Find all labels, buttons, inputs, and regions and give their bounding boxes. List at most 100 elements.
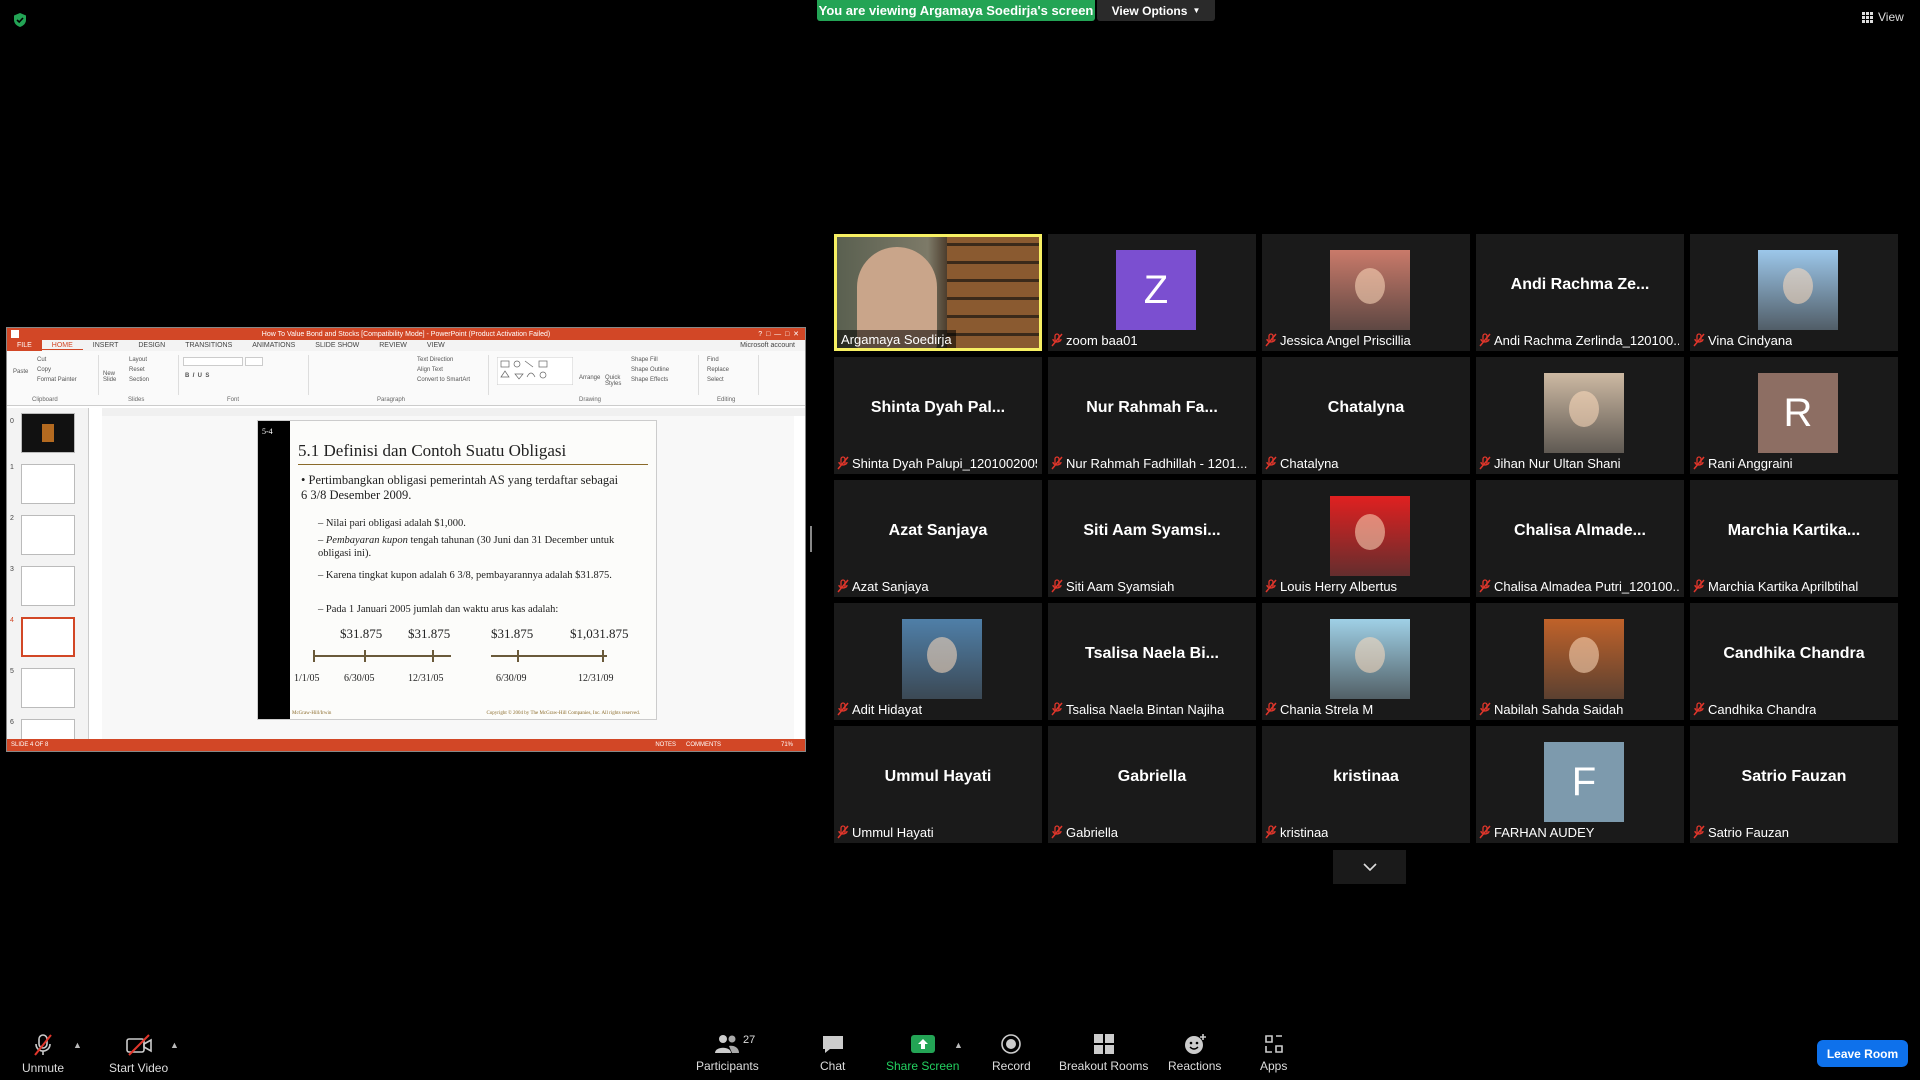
cut-button[interactable]: Cut: [37, 357, 46, 363]
tab-insert[interactable]: INSERT: [83, 342, 129, 349]
shape-outline-button[interactable]: Shape Outline: [631, 367, 669, 373]
quick-styles-button[interactable]: Quick Styles: [605, 375, 627, 387]
muted-microphone-icon: [1693, 825, 1705, 839]
slide-thumbnail[interactable]: [21, 668, 75, 708]
muted-microphone-icon: [1479, 825, 1491, 839]
participant-tile[interactable]: Shinta Dyah Pal... Shinta Dyah Palupi_120…: [834, 357, 1042, 474]
participant-tile[interactable]: Marchia Kartika... Marchia Kartika Aprilb…: [1690, 480, 1898, 597]
participant-tile[interactable]: Ummul Hayati Ummul Hayati: [834, 726, 1042, 843]
apps-button[interactable]: Apps: [1260, 1033, 1287, 1073]
tab-view[interactable]: VIEW: [417, 342, 455, 349]
record-button[interactable]: Record: [992, 1033, 1031, 1073]
bold-icon[interactable]: B I U S: [185, 373, 209, 379]
find-button[interactable]: Find: [707, 357, 719, 363]
tab-review[interactable]: REVIEW: [369, 342, 417, 349]
format-painter-button[interactable]: Format Painter: [37, 377, 77, 383]
new-slide-button[interactable]: New Slide: [103, 371, 123, 383]
sub-bullet: – Pada 1 Januari 2005 jumlah dan waktu a…: [318, 604, 559, 615]
shape-fill-button[interactable]: Shape Fill: [631, 357, 658, 363]
participant-tile[interactable]: kristinaa kristinaa: [1262, 726, 1470, 843]
current-slide[interactable]: 5-4 5.1 Definisi dan Contoh Suatu Obliga…: [257, 420, 657, 720]
select-button[interactable]: Select: [707, 377, 724, 383]
reactions-button[interactable]: Reactions: [1168, 1033, 1221, 1073]
section-button[interactable]: Section: [129, 377, 149, 383]
unmute-button[interactable]: Unmute: [22, 1033, 64, 1075]
share-options-caret[interactable]: ▲: [954, 1040, 963, 1050]
window-controls[interactable]: ? □ — □ ✕: [758, 330, 799, 338]
participant-tile[interactable]: Siti Aam Syamsi... Siti Aam Syamsiah: [1048, 480, 1256, 597]
tab-file[interactable]: FILE: [7, 340, 42, 351]
tab-home[interactable]: HOME: [41, 342, 83, 350]
participant-tile[interactable]: Jihan Nur Ultan Shani: [1476, 357, 1684, 474]
gallery-next-page-button[interactable]: [1333, 850, 1406, 884]
font-name-field[interactable]: [183, 357, 243, 366]
participant-tile[interactable]: Louis Herry Albertus: [1262, 480, 1470, 597]
reset-button[interactable]: Reset: [129, 367, 145, 373]
participant-name: Louis Herry Albertus: [1280, 578, 1398, 594]
participant-tile[interactable]: Tsalisa Naela Bi... Tsalisa Naela Bintan …: [1048, 603, 1256, 720]
slide-thumbnails-panel[interactable]: 0 1 2 3 4 5 6: [7, 408, 89, 751]
participant-tile[interactable]: Chatalyna Chatalyna: [1262, 357, 1470, 474]
share-screen-button[interactable]: Share Screen: [886, 1033, 959, 1073]
notes-button[interactable]: NOTES: [655, 742, 676, 748]
slide-thumbnail[interactable]: [21, 464, 75, 504]
tab-design[interactable]: DESIGN: [128, 342, 175, 349]
participant-tile[interactable]: Jessica Angel Priscillia: [1262, 234, 1470, 351]
shape-effects-button[interactable]: Shape Effects: [631, 377, 668, 383]
record-label: Record: [992, 1059, 1031, 1073]
security-shield-icon[interactable]: [12, 12, 28, 28]
tab-animations[interactable]: ANIMATIONS: [242, 342, 305, 349]
timeline-tick: [602, 650, 604, 662]
share-screen-label: Share Screen: [886, 1059, 960, 1073]
group-clipboard: Clipboard: [32, 397, 58, 403]
participant-tile[interactable]: Andi Rachma Ze... Andi Rachma Zerlinda_12…: [1476, 234, 1684, 351]
view-options-button[interactable]: View Options ▼: [1097, 0, 1215, 21]
slide-number: 5-4: [262, 427, 273, 436]
participant-tile[interactable]: Satrio Fauzan Satrio Fauzan: [1690, 726, 1898, 843]
participant-tile[interactable]: Nabilah Sahda Saidah: [1476, 603, 1684, 720]
participant-name: Andi Rachma Zerlinda_120100...: [1494, 332, 1679, 348]
participant-tile[interactable]: Azat Sanjaya Azat Sanjaya: [834, 480, 1042, 597]
tab-slide-show[interactable]: SLIDE SHOW: [305, 342, 369, 349]
shared-screen[interactable]: How To Value Bond and Stocks [Compatibil…: [6, 327, 806, 752]
slide-thumbnail-selected[interactable]: [21, 617, 75, 657]
view-button[interactable]: View: [1862, 10, 1904, 24]
muted-microphone-icon: [1693, 579, 1705, 593]
text-direction-button[interactable]: Text Direction: [417, 357, 453, 363]
split-view-handle[interactable]: [810, 526, 812, 552]
participant-tile[interactable]: Chalisa Almade... Chalisa Almadea Putri_1…: [1476, 480, 1684, 597]
start-video-button[interactable]: Start Video: [109, 1033, 168, 1075]
participant-tile[interactable]: Candhika Chandra Candhika Chandra: [1690, 603, 1898, 720]
participant-tile[interactable]: Adit Hidayat: [834, 603, 1042, 720]
zoom-level[interactable]: 71%: [781, 742, 793, 748]
participant-tile[interactable]: Chania Strela M: [1262, 603, 1470, 720]
participant-tile[interactable]: Zzoom baa01: [1048, 234, 1256, 351]
leave-room-button[interactable]: Leave Room: [1817, 1040, 1908, 1067]
participant-tile[interactable]: F FARHAN AUDEY: [1476, 726, 1684, 843]
breakout-rooms-button[interactable]: Breakout Rooms: [1059, 1033, 1148, 1073]
arrange-button[interactable]: Arrange: [579, 375, 600, 381]
shapes-gallery-icon[interactable]: [497, 357, 573, 385]
replace-button[interactable]: Replace: [707, 367, 729, 373]
participant-tile[interactable]: Nur Rahmah Fa... Nur Rahmah Fadhillah - 1…: [1048, 357, 1256, 474]
slide-editing-area[interactable]: 5-4 5.1 Definisi dan Contoh Suatu Obliga…: [102, 416, 794, 741]
microsoft-account[interactable]: Microsoft account: [730, 342, 805, 349]
slide-thumbnail[interactable]: [21, 566, 75, 606]
video-options-caret[interactable]: ▲: [170, 1040, 179, 1050]
audio-options-caret[interactable]: ▲: [73, 1040, 82, 1050]
participant-tile[interactable]: Argamaya Soedirja: [834, 234, 1042, 351]
slide-thumbnail[interactable]: [21, 413, 75, 453]
align-text-button[interactable]: Align Text: [417, 367, 443, 373]
paste-button[interactable]: Paste: [13, 369, 28, 375]
comments-button[interactable]: COMMENTS: [686, 742, 721, 748]
copy-button[interactable]: Copy: [37, 367, 51, 373]
participant-tile[interactable]: Vina Cindyana: [1690, 234, 1898, 351]
chat-button[interactable]: Chat: [820, 1033, 845, 1073]
layout-button[interactable]: Layout: [129, 357, 147, 363]
participant-tile[interactable]: Gabriella Gabriella: [1048, 726, 1256, 843]
tab-transitions[interactable]: TRANSITIONS: [175, 342, 242, 349]
participant-tile[interactable]: R Rani Anggraini: [1690, 357, 1898, 474]
slide-thumbnail[interactable]: [21, 515, 75, 555]
font-size-field[interactable]: [245, 357, 263, 366]
convert-smartart-button[interactable]: Convert to SmartArt: [417, 377, 470, 383]
